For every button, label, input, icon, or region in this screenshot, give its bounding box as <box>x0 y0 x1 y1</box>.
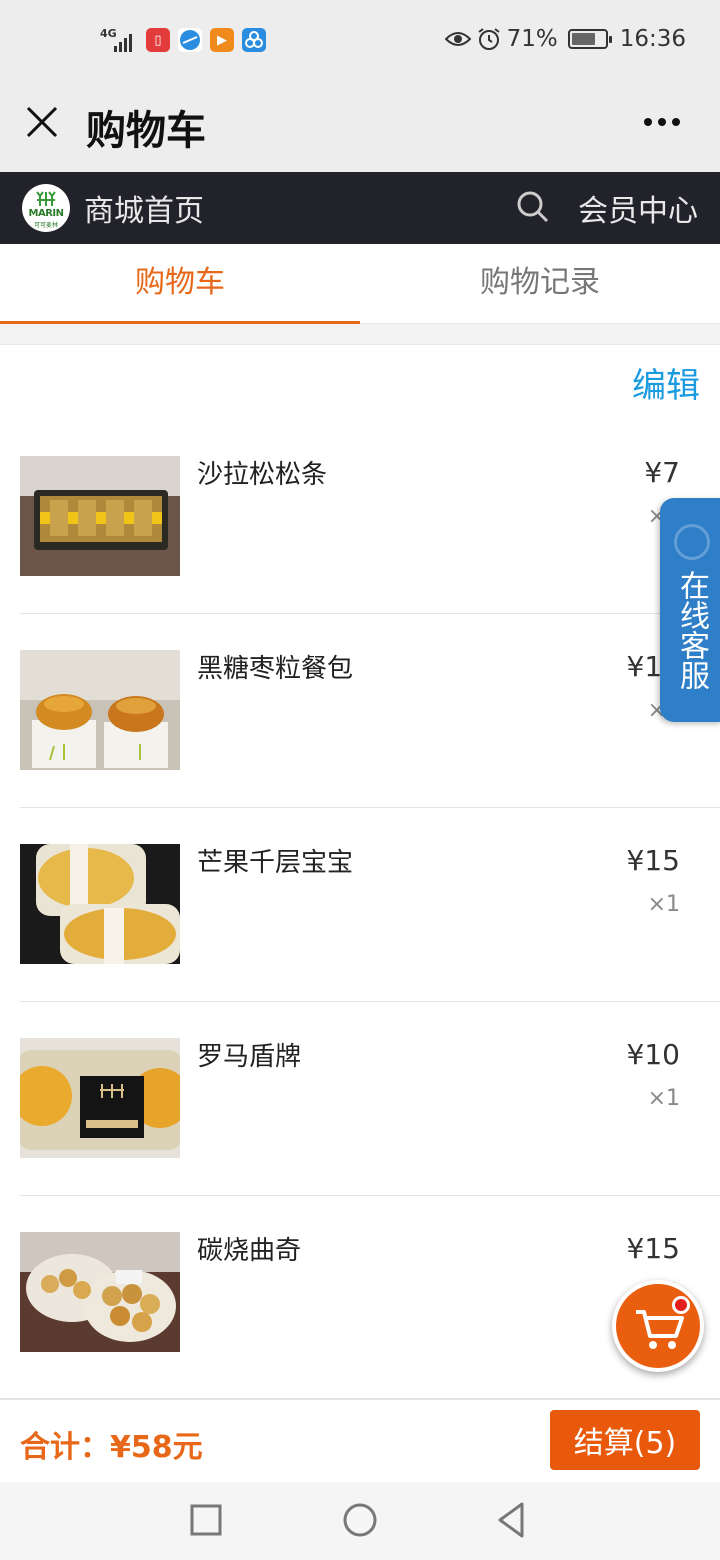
cart-item[interactable]: 芒果千层宝宝 ¥15 ×1 <box>20 808 720 1002</box>
close-icon <box>26 106 58 138</box>
eye-icon <box>444 32 471 46</box>
edit-button[interactable]: 编辑 <box>632 358 700 407</box>
store-home-link[interactable]: 商城首页 <box>84 186 204 230</box>
product-price: ¥15 <box>626 1232 680 1265</box>
browser-app-icon <box>178 28 202 52</box>
reader-app-icon: ▯ <box>146 28 170 52</box>
title-bar: 购物车 <box>0 84 720 172</box>
store-nav: MARIN 可可麦林 商城首页 会员中心 <box>0 172 720 244</box>
online-service-label: 在线客服 <box>674 570 709 690</box>
shopping-cart-icon <box>636 1310 684 1349</box>
product-price: ¥7 <box>644 456 680 489</box>
status-left: 4G ▯ ▶ <box>100 26 266 54</box>
more-options-button[interactable] <box>644 118 680 126</box>
battery-percent: 71% <box>506 26 558 52</box>
product-name: 黑糖枣粒餐包 <box>197 654 354 684</box>
status-bar: 4G ▯ ▶ 71% 16:36 <box>0 0 720 84</box>
triangle-app-icon <box>242 28 266 52</box>
product-name: 罗马盾牌 <box>197 1042 302 1072</box>
headset-icon <box>674 524 710 560</box>
product-name: 芒果千层宝宝 <box>197 848 354 878</box>
tab-purchase-history[interactable]: 购物记录 <box>360 244 720 324</box>
system-nav-bar <box>0 1482 720 1560</box>
product-name: 沙拉松松条 <box>197 460 328 490</box>
product-quantity: ×1 <box>647 1086 680 1111</box>
back-icon[interactable] <box>492 1500 532 1540</box>
clock: 16:36 <box>619 26 686 52</box>
logo-text: MARIN <box>28 208 64 219</box>
cart-item[interactable]: 罗马盾牌 ¥10 ×1 <box>20 1002 720 1196</box>
product-image[interactable] <box>20 1038 180 1158</box>
logo-sub-text: 可可麦林 <box>33 222 58 229</box>
tab-bar: 购物车 购物记录 <box>0 244 720 325</box>
product-name: 碳烧曲奇 <box>197 1236 302 1266</box>
product-image[interactable] <box>20 1232 180 1352</box>
product-image[interactable] <box>20 844 180 964</box>
cart-badge-dot <box>672 1296 690 1314</box>
close-button[interactable] <box>22 102 62 142</box>
checkout-button[interactable]: 结算(5) <box>550 1410 700 1470</box>
cart-list: 沙拉松松条 ¥7 ×1 黑糖枣粒餐包 ¥11 ×1 <box>0 420 720 1390</box>
total-amount: 合计：¥58元 <box>20 1430 203 1465</box>
product-image[interactable] <box>20 650 180 770</box>
section-divider <box>0 324 720 345</box>
home-icon[interactable] <box>340 1500 380 1540</box>
product-quantity: ×1 <box>647 892 680 917</box>
product-price: ¥10 <box>626 1038 680 1071</box>
store-logo[interactable]: MARIN 可可麦林 <box>22 184 70 232</box>
product-price: ¥15 <box>626 844 680 877</box>
cart-item[interactable]: 黑糖枣粒餐包 ¥11 ×1 <box>20 614 720 808</box>
recent-apps-icon[interactable] <box>186 1500 226 1540</box>
page-title: 购物车 <box>86 108 206 154</box>
signal-icon: 4G <box>100 26 138 54</box>
total-bar: 合计：¥58元 结算(5) <box>0 1398 720 1482</box>
cart-item[interactable]: 沙拉松松条 ¥7 ×1 <box>20 420 720 614</box>
battery-icon <box>567 29 612 49</box>
alarm-icon <box>477 28 500 50</box>
member-center-link[interactable]: 会员中心 <box>578 186 698 230</box>
cart-item[interactable]: 碳烧曲奇 ¥15 ×1 <box>20 1196 720 1390</box>
online-service-button[interactable]: 在线客服 <box>660 498 720 722</box>
tab-cart[interactable]: 购物车 <box>0 244 360 325</box>
search-icon[interactable] <box>516 190 550 224</box>
more-dot-icon <box>644 118 652 126</box>
tree-logo-icon <box>36 191 56 206</box>
product-image[interactable] <box>20 456 180 576</box>
video-app-icon: ▶ <box>210 28 234 52</box>
floating-cart-button[interactable] <box>612 1280 704 1372</box>
status-right: 71% 16:36 <box>444 26 686 52</box>
